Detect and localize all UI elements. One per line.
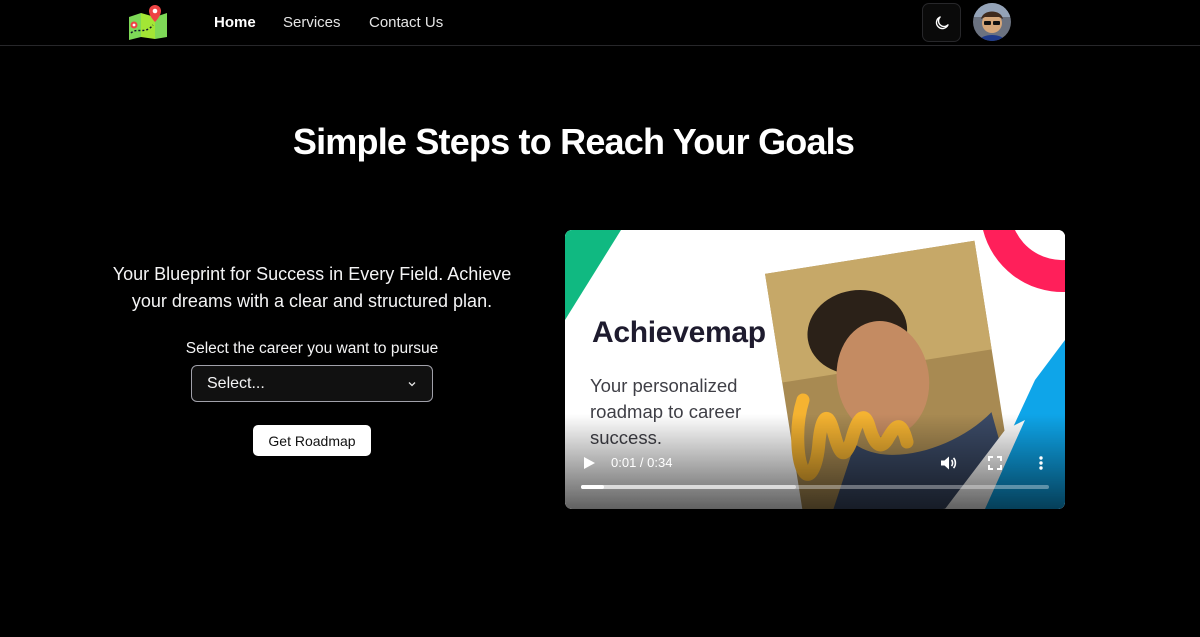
video-progress-fill: [581, 485, 605, 489]
nav-home[interactable]: Home: [214, 14, 256, 32]
chevron-down-icon: [408, 381, 416, 386]
logo[interactable]: [127, 5, 169, 41]
nav-services[interactable]: Services: [283, 14, 341, 32]
video-buffered-bar: [581, 485, 797, 489]
user-avatar-icon: [973, 3, 1011, 41]
career-select-value: Select...: [207, 374, 265, 392]
theme-toggle-button[interactable]: [922, 3, 961, 42]
page-title: Simple Steps to Reach Your Goals: [292, 121, 855, 162]
career-select[interactable]: Select...: [191, 365, 433, 402]
avatar[interactable]: [973, 3, 1011, 41]
volume-icon[interactable]: [939, 454, 957, 472]
nav-contact-us[interactable]: Contact Us: [369, 14, 443, 32]
video-player[interactable]: Achievemap Your personalized roadmap to …: [565, 230, 1065, 509]
moon-icon: [935, 15, 949, 29]
video-title: Achievemap: [592, 316, 766, 349]
play-icon[interactable]: [582, 456, 596, 470]
get-roadmap-button[interactable]: Get Roadmap: [253, 425, 371, 456]
fullscreen-icon[interactable]: [988, 456, 1002, 470]
video-progress-bar[interactable]: [581, 485, 1049, 489]
more-options-icon[interactable]: [1036, 455, 1046, 471]
video-time: 0:01 / 0:34: [611, 455, 673, 470]
map-logo-icon: [129, 5, 167, 40]
tagline: Your Blueprint for Success in Every Fiel…: [112, 264, 512, 311]
navbar: Home Services Contact Us: [0, 0, 1200, 46]
career-select-label: Select the career you want to pursue: [185, 340, 439, 357]
